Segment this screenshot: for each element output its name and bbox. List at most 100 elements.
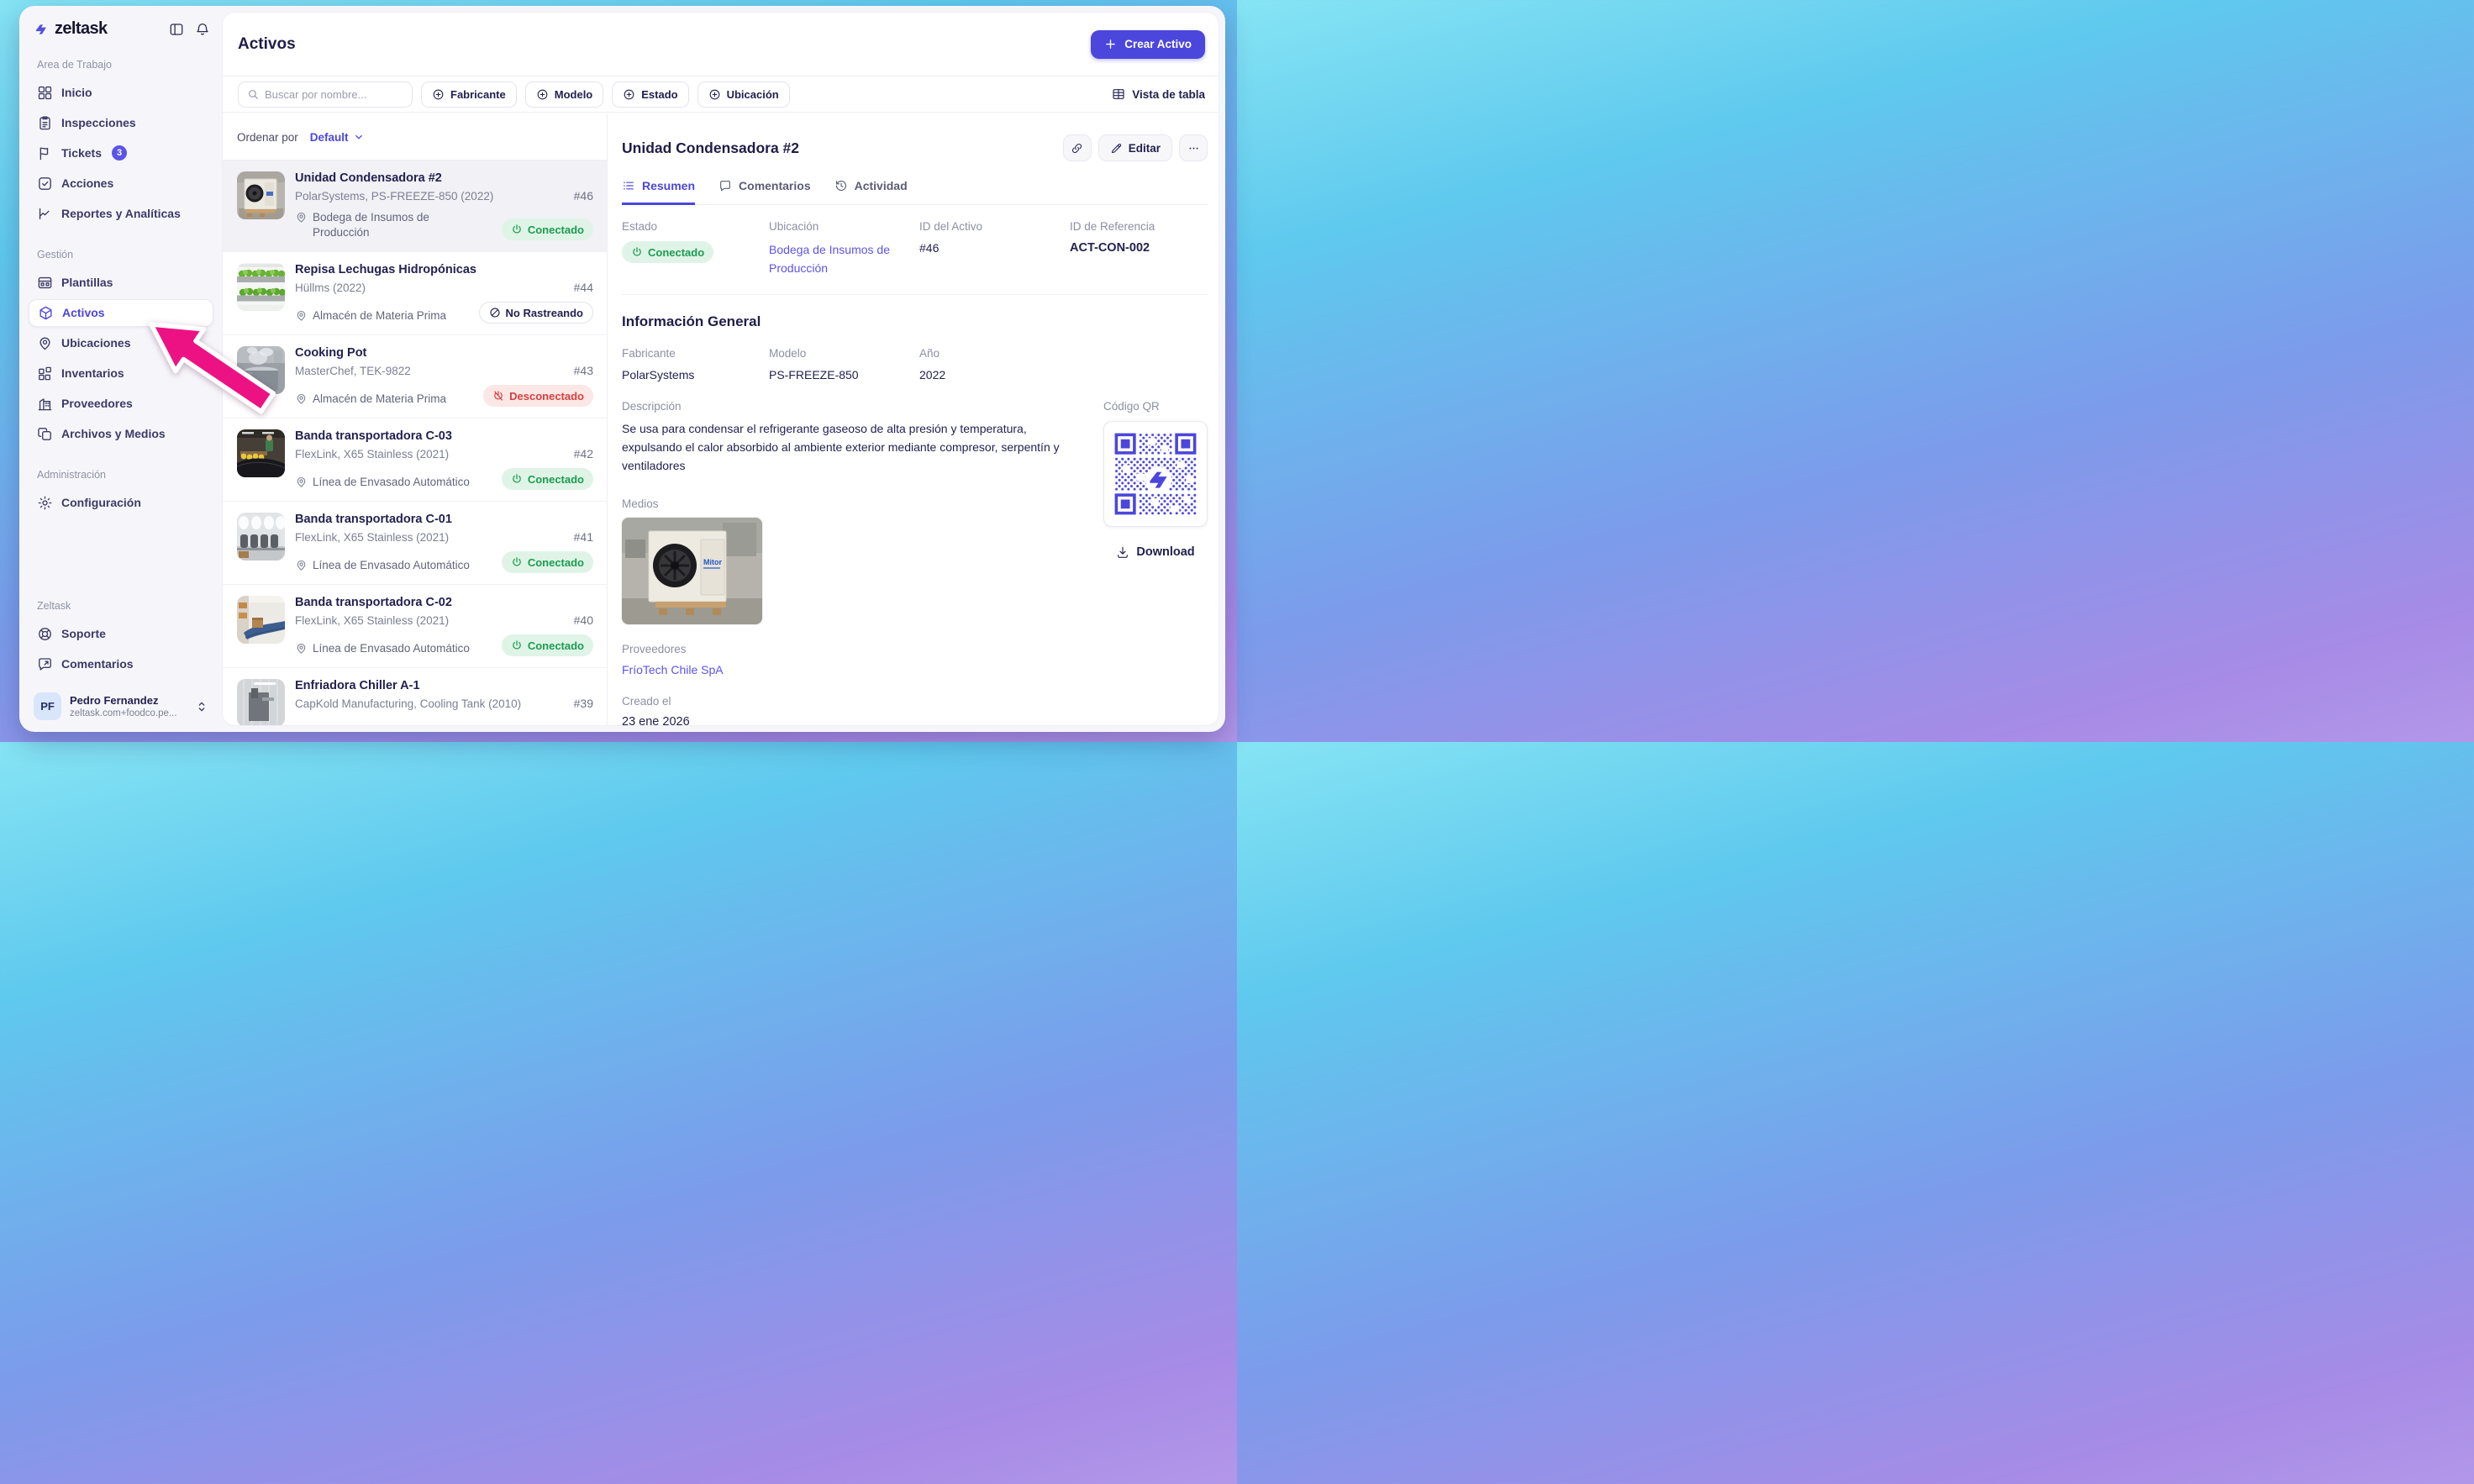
slashed-circle-icon — [489, 307, 501, 318]
sidebar-item-activos[interactable]: Activos — [29, 299, 213, 327]
field-label-ubicacion: Ubicación — [769, 220, 919, 233]
asset-id: #39 — [566, 697, 593, 710]
search-box[interactable] — [238, 82, 413, 108]
sidebar-item-acciones[interactable]: Acciones — [29, 170, 213, 197]
tab-resumen[interactable]: Resumen — [622, 179, 695, 205]
asset-thumbnail — [237, 263, 285, 311]
asset-location: Línea de Envasado Automático — [313, 475, 470, 490]
sidebar-item-tickets[interactable]: Tickets 3 — [29, 139, 213, 167]
asset-title: Banda transportadora C-03 — [295, 429, 593, 443]
asset-row-41[interactable]: Banda transportadora C-01 FlexLink, X65 … — [223, 502, 607, 585]
asset-row-44[interactable]: Repisa Lechugas Hidropónicas Hüllms (202… — [223, 252, 607, 335]
supplier-link[interactable]: FríoTech Chile SpA — [622, 663, 1073, 676]
plus-icon — [1104, 38, 1117, 50]
tab-label: Comentarios — [739, 179, 811, 192]
status-badge-connected: Conectado — [502, 468, 593, 490]
asset-thumbnail — [237, 679, 285, 725]
asset-title: Enfriadora Chiller A-1 — [295, 679, 593, 692]
asset-id: #44 — [566, 281, 593, 294]
search-input[interactable] — [265, 88, 403, 101]
detail-asset-id: #46 — [919, 241, 1070, 255]
location-pin-icon — [295, 309, 308, 322]
edit-button[interactable]: Editar — [1098, 134, 1172, 161]
sidebar-item-label: Comentarios — [61, 657, 134, 671]
tab-actividad[interactable]: Actividad — [834, 179, 908, 205]
create-asset-button[interactable]: Crear Activo — [1091, 30, 1205, 59]
sidebar-item-label: Activos — [62, 306, 105, 319]
sidebar-item-inventarios[interactable]: Inventarios — [29, 360, 213, 387]
qr-download-button[interactable]: Download — [1103, 545, 1208, 559]
asset-subtitle: MasterChef, TEK-9822 — [295, 365, 411, 377]
dashboard-icon — [37, 85, 53, 101]
field-label-modelo: Modelo — [769, 347, 919, 360]
filter-chip-modelo[interactable]: Modelo — [525, 82, 604, 108]
plus-circle-icon — [623, 88, 635, 101]
detail-title: Unidad Condensadora #2 — [622, 139, 799, 157]
sidebar-item-label: Proveedores — [61, 397, 133, 410]
field-label-estado: Estado — [622, 220, 769, 233]
asset-row-46[interactable]: Unidad Condensadora #2 PolarSystems, PS-… — [223, 161, 607, 252]
check-square-icon — [37, 176, 53, 192]
sidebar-item-label: Archivos y Medios — [61, 427, 166, 440]
sidebar-item-inspecciones[interactable]: Inspecciones — [29, 109, 213, 137]
field-label-medios: Medios — [622, 497, 1073, 510]
download-icon — [1116, 545, 1129, 559]
notifications-bell-icon[interactable] — [195, 22, 210, 37]
asset-row-43[interactable]: Cooking Pot MasterChef, TEK-9822 #43 Alm… — [223, 335, 607, 418]
download-label: Download — [1136, 545, 1194, 559]
asset-detail-panel: Unidad Condensadora #2 Editar Resumen — [608, 114, 1219, 725]
pencil-icon — [1110, 142, 1123, 155]
sidebar-item-configuracion[interactable]: Configuración — [29, 489, 213, 517]
asset-subtitle: PolarSystems, PS-FREEZE-850 (2022) — [295, 190, 493, 203]
history-clock-icon — [834, 179, 848, 192]
asset-row-39[interactable]: Enfriadora Chiller A-1 CapKold Manufactu… — [223, 668, 607, 725]
sort-dropdown[interactable]: Default — [310, 131, 365, 144]
power-icon — [511, 639, 523, 651]
copy-link-button[interactable] — [1063, 134, 1092, 161]
sidebar-item-soporte[interactable]: Soporte — [29, 620, 213, 648]
sidebar-item-archivos[interactable]: Archivos y Medios — [29, 420, 213, 448]
media-brand-text: Mitor — [703, 558, 722, 566]
sidebar-item-inicio[interactable]: Inicio — [29, 79, 213, 107]
detail-fabricante: PolarSystems — [622, 368, 769, 382]
sidebar-item-label: Inicio — [61, 86, 92, 99]
asset-thumbnail — [237, 171, 285, 219]
sidebar-item-label: Inventarios — [61, 366, 124, 380]
filter-chip-estado[interactable]: Estado — [612, 82, 688, 108]
sidebar-item-ubicaciones[interactable]: Ubicaciones — [29, 329, 213, 357]
sidebar-item-label: Ubicaciones — [61, 336, 130, 350]
asset-list: Unidad Condensadora #2 PolarSystems, PS-… — [223, 161, 607, 725]
detail-modelo: PS-FREEZE-850 — [769, 368, 919, 382]
detail-location-link[interactable]: Bodega de Insumos de Producción — [769, 241, 895, 277]
chip-label: Modelo — [555, 88, 593, 101]
section-heading-general: Información General — [622, 313, 1208, 330]
sidebar-item-reportes[interactable]: Reportes y Analíticas — [29, 200, 213, 228]
sidebar-item-proveedores[interactable]: Proveedores — [29, 390, 213, 418]
table-view-toggle[interactable]: Vista de tabla — [1112, 87, 1205, 101]
tab-comentarios[interactable]: Comentarios — [719, 179, 811, 205]
filter-chip-ubicacion[interactable]: Ubicación — [697, 82, 790, 108]
power-icon — [631, 246, 643, 258]
sidebar-item-comentarios[interactable]: Comentarios — [29, 650, 213, 678]
link-icon — [1071, 142, 1083, 155]
more-ellipsis-icon — [1187, 142, 1200, 155]
logo-text: zeltask — [55, 19, 108, 39]
collapse-sidebar-icon[interactable] — [169, 22, 184, 37]
more-options-button[interactable] — [1179, 134, 1208, 161]
sidebar-section-admin: Administración — [29, 469, 213, 481]
asset-row-42[interactable]: Banda transportadora C-03 FlexLink, X65 … — [223, 418, 607, 502]
user-menu[interactable]: PF Pedro Fernandez zeltask.com+foodco.pe… — [29, 687, 213, 722]
asset-location: Línea de Envasado Automático — [313, 558, 470, 573]
asset-title: Banda transportadora C-02 — [295, 596, 593, 609]
field-label-qr: Código QR — [1103, 400, 1208, 413]
media-photo[interactable]: Mitor — [622, 518, 762, 624]
sidebar-item-label: Configuración — [61, 496, 141, 509]
sidebar-item-plantillas[interactable]: Plantillas — [29, 269, 213, 297]
chip-label: Ubicación — [727, 88, 779, 101]
asset-row-40[interactable]: Banda transportadora C-02 FlexLink, X65 … — [223, 585, 607, 668]
filter-chip-fabricante[interactable]: Fabricante — [421, 82, 517, 108]
asset-id: #46 — [566, 189, 593, 203]
asset-thumbnail — [237, 429, 285, 477]
tab-label: Actividad — [855, 179, 908, 192]
location-pin-icon — [295, 392, 308, 405]
